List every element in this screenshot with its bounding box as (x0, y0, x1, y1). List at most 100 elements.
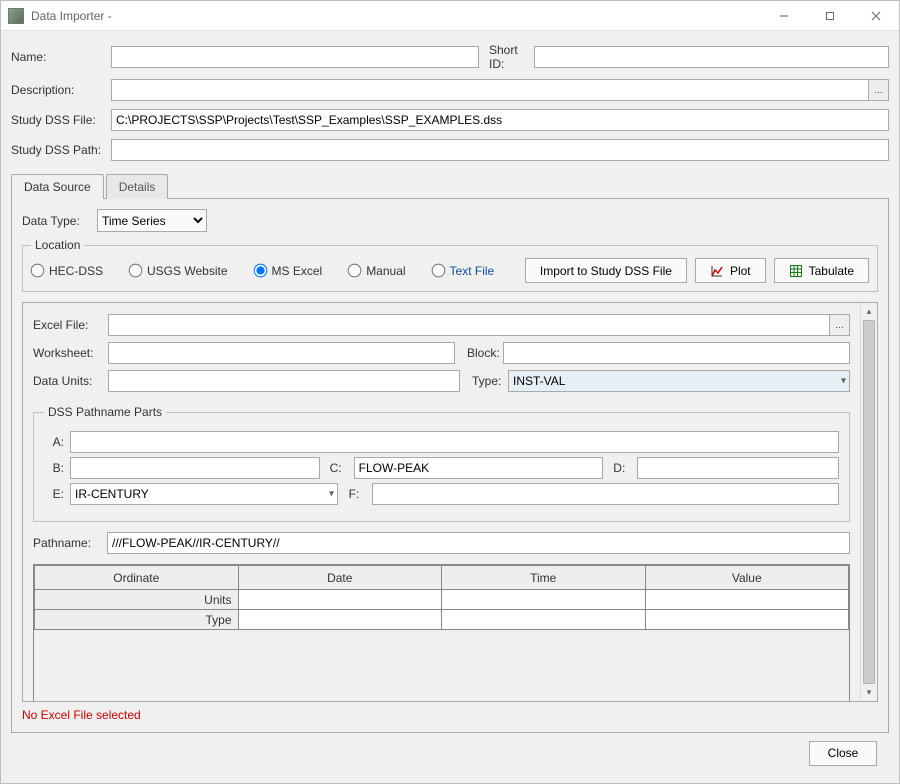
location-legend: Location (31, 238, 84, 252)
cell[interactable] (645, 590, 849, 610)
minimize-button[interactable] (761, 1, 807, 30)
tabulate-icon (789, 264, 803, 278)
tabpanel-data-source: Data Type: Time Series Location HEC-DSS … (11, 198, 889, 733)
rowhdr-units: Units (35, 590, 239, 610)
ellipsis-icon: … (874, 85, 883, 95)
part-b-input[interactable] (70, 457, 320, 479)
table-header-row: Ordinate Date Time Value (35, 566, 849, 590)
col-date[interactable]: Date (238, 566, 442, 590)
description-expand-button[interactable]: … (869, 79, 889, 101)
data-units-input[interactable] (108, 370, 460, 392)
short-id-input[interactable] (534, 46, 889, 68)
table-row-type: Type (35, 610, 849, 630)
window: Data Importer - Name: Short ID: Descript… (0, 0, 900, 784)
scroll-thumb[interactable] (863, 320, 875, 684)
description-label: Description: (11, 83, 111, 97)
pathname-parts-legend: DSS Pathname Parts (44, 405, 166, 419)
short-id-label: Short ID: (479, 43, 534, 71)
part-a-input[interactable] (70, 431, 839, 453)
part-c-input[interactable] (354, 457, 604, 479)
part-e-label: E: (44, 487, 66, 501)
data-units-label: Data Units: (33, 374, 108, 388)
study-dss-path-label: Study DSS Path: (11, 143, 111, 157)
radio-ms-excel[interactable] (253, 264, 267, 278)
excel-file-input[interactable] (108, 314, 830, 336)
cell[interactable] (645, 610, 849, 630)
name-label: Name: (11, 50, 111, 64)
ellipsis-icon: … (835, 320, 844, 330)
description-input[interactable] (111, 79, 869, 101)
name-input[interactable] (111, 46, 479, 68)
part-f-label: F: (342, 487, 368, 501)
scroll-up-icon[interactable]: ▴ (861, 303, 877, 320)
data-table: Ordinate Date Time Value Units (34, 565, 849, 630)
close-window-button[interactable] (853, 1, 899, 30)
titlebar: Data Importer - (1, 1, 899, 31)
part-e-select[interactable] (70, 483, 338, 505)
pathname-input[interactable] (107, 532, 850, 554)
scroll-down-icon[interactable]: ▾ (861, 684, 877, 701)
excel-file-label: Excel File: (33, 318, 108, 332)
col-time[interactable]: Time (442, 566, 646, 590)
table-row-units: Units (35, 590, 849, 610)
radio-usgs[interactable] (129, 264, 143, 278)
radio-ms-excel-item[interactable]: MS Excel (254, 264, 323, 278)
plot-button-label: Plot (730, 264, 751, 278)
study-dss-file-label: Study DSS File: (11, 113, 111, 127)
radio-hec-dss-item[interactable]: HEC-DSS (31, 264, 103, 278)
vertical-scrollbar[interactable]: ▴ ▾ (860, 303, 877, 701)
radio-hec-dss-label: HEC-DSS (49, 264, 103, 278)
maximize-icon (825, 11, 835, 21)
type-select[interactable] (508, 370, 850, 392)
close-button[interactable]: Close (809, 741, 877, 766)
radio-manual[interactable] (348, 264, 362, 278)
cell[interactable] (238, 590, 442, 610)
location-fieldset: Location HEC-DSS USGS Website MS Excel (22, 238, 878, 292)
pathname-label: Pathname: (33, 536, 107, 550)
cell[interactable] (442, 610, 646, 630)
worksheet-input[interactable] (108, 342, 455, 364)
radio-manual-label: Manual (366, 264, 405, 278)
minimize-icon (779, 11, 789, 21)
data-type-select[interactable]: Time Series (97, 209, 207, 232)
type-label: Type: (460, 374, 508, 388)
part-d-label: D: (607, 461, 633, 475)
data-type-label: Data Type: (22, 214, 97, 228)
status-message: No Excel File selected (22, 708, 878, 722)
col-value[interactable]: Value (645, 566, 849, 590)
scrollpane-wrapper: Excel File: … Worksheet: Block: Data Un (22, 302, 878, 702)
tabulate-button-label: Tabulate (809, 264, 854, 278)
study-dss-path-input (111, 139, 889, 161)
tabulate-button[interactable]: Tabulate (774, 258, 869, 283)
block-input[interactable] (503, 342, 850, 364)
maximize-button[interactable] (807, 1, 853, 30)
radio-usgs-item[interactable]: USGS Website (129, 264, 227, 278)
worksheet-label: Worksheet: (33, 346, 108, 360)
cell[interactable] (238, 610, 442, 630)
close-icon (871, 11, 881, 21)
plot-icon (710, 264, 724, 278)
window-controls (761, 1, 899, 30)
footer: Close (11, 733, 889, 773)
tab-details[interactable]: Details (106, 174, 169, 199)
radio-text-file-label: Text File (450, 264, 495, 278)
excel-file-browse-button[interactable]: … (830, 314, 850, 336)
radio-text-file[interactable] (431, 264, 445, 278)
import-button[interactable]: Import to Study DSS File (525, 258, 687, 283)
data-table-container: Ordinate Date Time Value Units (33, 564, 850, 701)
content-area: Name: Short ID: Description: … Study DSS… (1, 31, 899, 783)
radio-manual-item[interactable]: Manual (348, 264, 405, 278)
cell[interactable] (442, 590, 646, 610)
tab-data-source[interactable]: Data Source (11, 174, 104, 199)
tabstrip: Data Source Details (11, 173, 889, 198)
block-label: Block: (455, 346, 503, 360)
radio-ms-excel-label: MS Excel (272, 264, 323, 278)
part-f-input[interactable] (372, 483, 839, 505)
radio-hec-dss[interactable] (31, 264, 45, 278)
radio-text-file-item[interactable]: Text File (432, 264, 495, 278)
app-icon (8, 8, 24, 24)
col-ordinate[interactable]: Ordinate (35, 566, 239, 590)
window-title: Data Importer - (31, 9, 112, 23)
plot-button[interactable]: Plot (695, 258, 766, 283)
part-d-input (637, 457, 839, 479)
